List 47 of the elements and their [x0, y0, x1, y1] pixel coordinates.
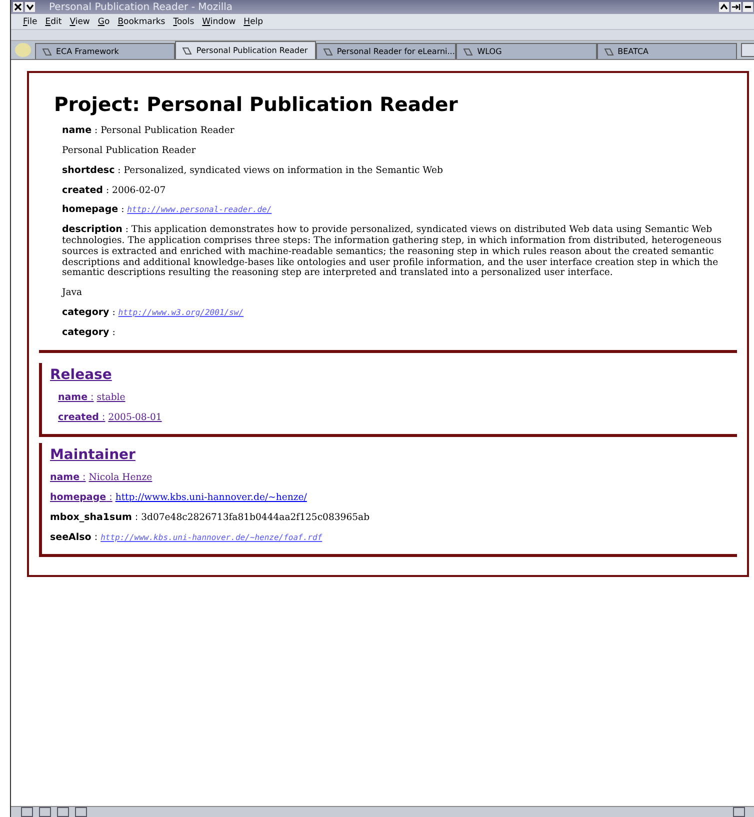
- value-link[interactable]: 2005-08-01: [108, 412, 162, 423]
- bookmark-icon: [42, 46, 52, 56]
- section-heading[interactable]: Maintainer: [50, 446, 729, 463]
- value-link[interactable]: stable: [96, 392, 126, 403]
- menu-item[interactable]: Go: [98, 16, 110, 26]
- property-link[interactable]: name :: [58, 392, 94, 403]
- chevron-down-icon[interactable]: [25, 2, 35, 12]
- url-link[interactable]: http://www.kbs.uni-hannover.de/~henze/foaf.rdf: [100, 532, 322, 542]
- property-row-text: name : Personal Publication Reader: [62, 126, 236, 137]
- tab[interactable]: ECA Framework: [35, 43, 176, 59]
- menu-item[interactable]: File: [23, 16, 38, 26]
- property-row-text: Java: [62, 288, 84, 299]
- property-row-text: category :: [62, 328, 116, 339]
- page-heading: Project: Personal Publication Reader: [54, 93, 459, 116]
- property-row-text: Personal Publication Reader: [62, 146, 197, 157]
- menu-item[interactable]: View: [70, 16, 90, 26]
- field-value: 3d07e48c2826713fa81b0444aa2f125c083965ab: [141, 512, 370, 523]
- menu-item[interactable]: Tools: [173, 16, 194, 26]
- property-link[interactable]: name :: [50, 472, 86, 483]
- bookmark-icon: [463, 46, 474, 56]
- minimize-icon[interactable]: [743, 2, 753, 12]
- bookmark-icon: [604, 46, 614, 56]
- tab[interactable]: Personal Publication Reader: [175, 41, 316, 59]
- url-link[interactable]: http://www.kbs.uni-hannover.de/~henze/: [115, 492, 307, 503]
- menu-item[interactable]: Help: [244, 16, 264, 26]
- tab[interactable]: Personal Reader for eLearni...: [316, 43, 456, 59]
- property-label: mbox_sha1sum :: [50, 512, 138, 523]
- property-row-text: shortdesc : Personalized, syndicated views on information in the Semantic Web: [62, 166, 444, 177]
- menu-item[interactable]: Edit: [45, 16, 62, 26]
- property-row-text: homepage : http://www.personal-reader.de/: [62, 205, 273, 216]
- tab[interactable]: WLOG: [456, 43, 597, 59]
- chevron-up-icon[interactable]: [719, 2, 729, 12]
- property-label: seeAlso :: [50, 532, 98, 543]
- bookmark-icon: [182, 46, 192, 56]
- section-heading[interactable]: Release: [50, 366, 729, 383]
- menu-item[interactable]: Bookmarks: [118, 16, 166, 26]
- property-row-text: category : http://www.w3.org/2001/sw/: [62, 308, 245, 319]
- menu-item[interactable]: Window: [202, 16, 236, 26]
- bookmark-icon: [322, 46, 333, 56]
- property-link[interactable]: created :: [58, 412, 106, 423]
- value-link[interactable]: Nicola Henze: [88, 472, 152, 483]
- close-icon[interactable]: [13, 2, 23, 12]
- property-row-text: created : 2006-02-07: [62, 186, 167, 196]
- window-title: Personal Publication Reader - Mozilla: [49, 2, 233, 12]
- property-link[interactable]: homepage :: [50, 492, 112, 503]
- tab[interactable]: BEATCA: [596, 43, 738, 59]
- property-row-text: description : This application demonstrates how to provide personalized, syndicated views on distributed Web data using Semantic Web technologies. The application comprises three steps: The information gathering step, in which information from distributed, heterogeneous sources is extracted and enriched with machine-readable semantics; the reasoning step in which rules reason about the created semantic descriptions and additional knowledge-bases like ontologies and user profile information, and the user interface creation step in which the semantic descriptions resulting the reasoning step are interpreted and translated into a personalized user interface.: [62, 225, 723, 280]
